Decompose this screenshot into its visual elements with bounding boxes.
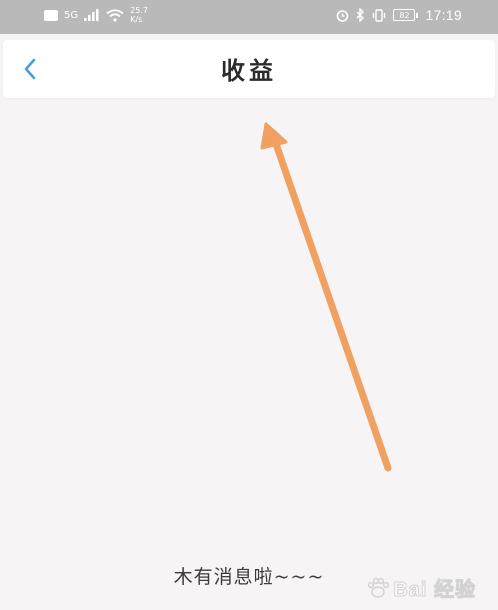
vibrate-icon	[373, 8, 386, 22]
annotation-arrow-head	[260, 122, 288, 150]
battery-level: 82	[393, 9, 416, 21]
status-bar: 5G 25.7 K/s 82 17:19	[0, 0, 498, 34]
paw-icon	[368, 577, 390, 598]
header-bar: 收益	[3, 40, 495, 98]
chevron-left-icon	[24, 58, 36, 80]
sim-card-icon	[44, 9, 58, 21]
status-left-group: 5G 25.7 K/s	[44, 6, 150, 24]
signal-strength-icon	[84, 9, 99, 21]
battery-tip	[416, 12, 419, 18]
alarm-icon	[337, 9, 349, 22]
status-right-group: 82 17:19	[336, 7, 462, 23]
back-button[interactable]	[13, 52, 47, 86]
battery-indicator: 82	[393, 9, 419, 21]
status-time: 17:19	[425, 7, 462, 23]
wifi-icon	[106, 8, 124, 22]
annotation-arrow-shaft	[272, 140, 392, 472]
bluetooth-icon	[356, 8, 365, 22]
network-type-label: 5G	[64, 9, 79, 21]
watermark: Bai 经验	[366, 573, 476, 602]
page-title: 收益	[221, 56, 277, 85]
watermark-text: Bai 经验	[393, 579, 476, 602]
network-speed-label: 25.7 K/s	[130, 6, 148, 24]
